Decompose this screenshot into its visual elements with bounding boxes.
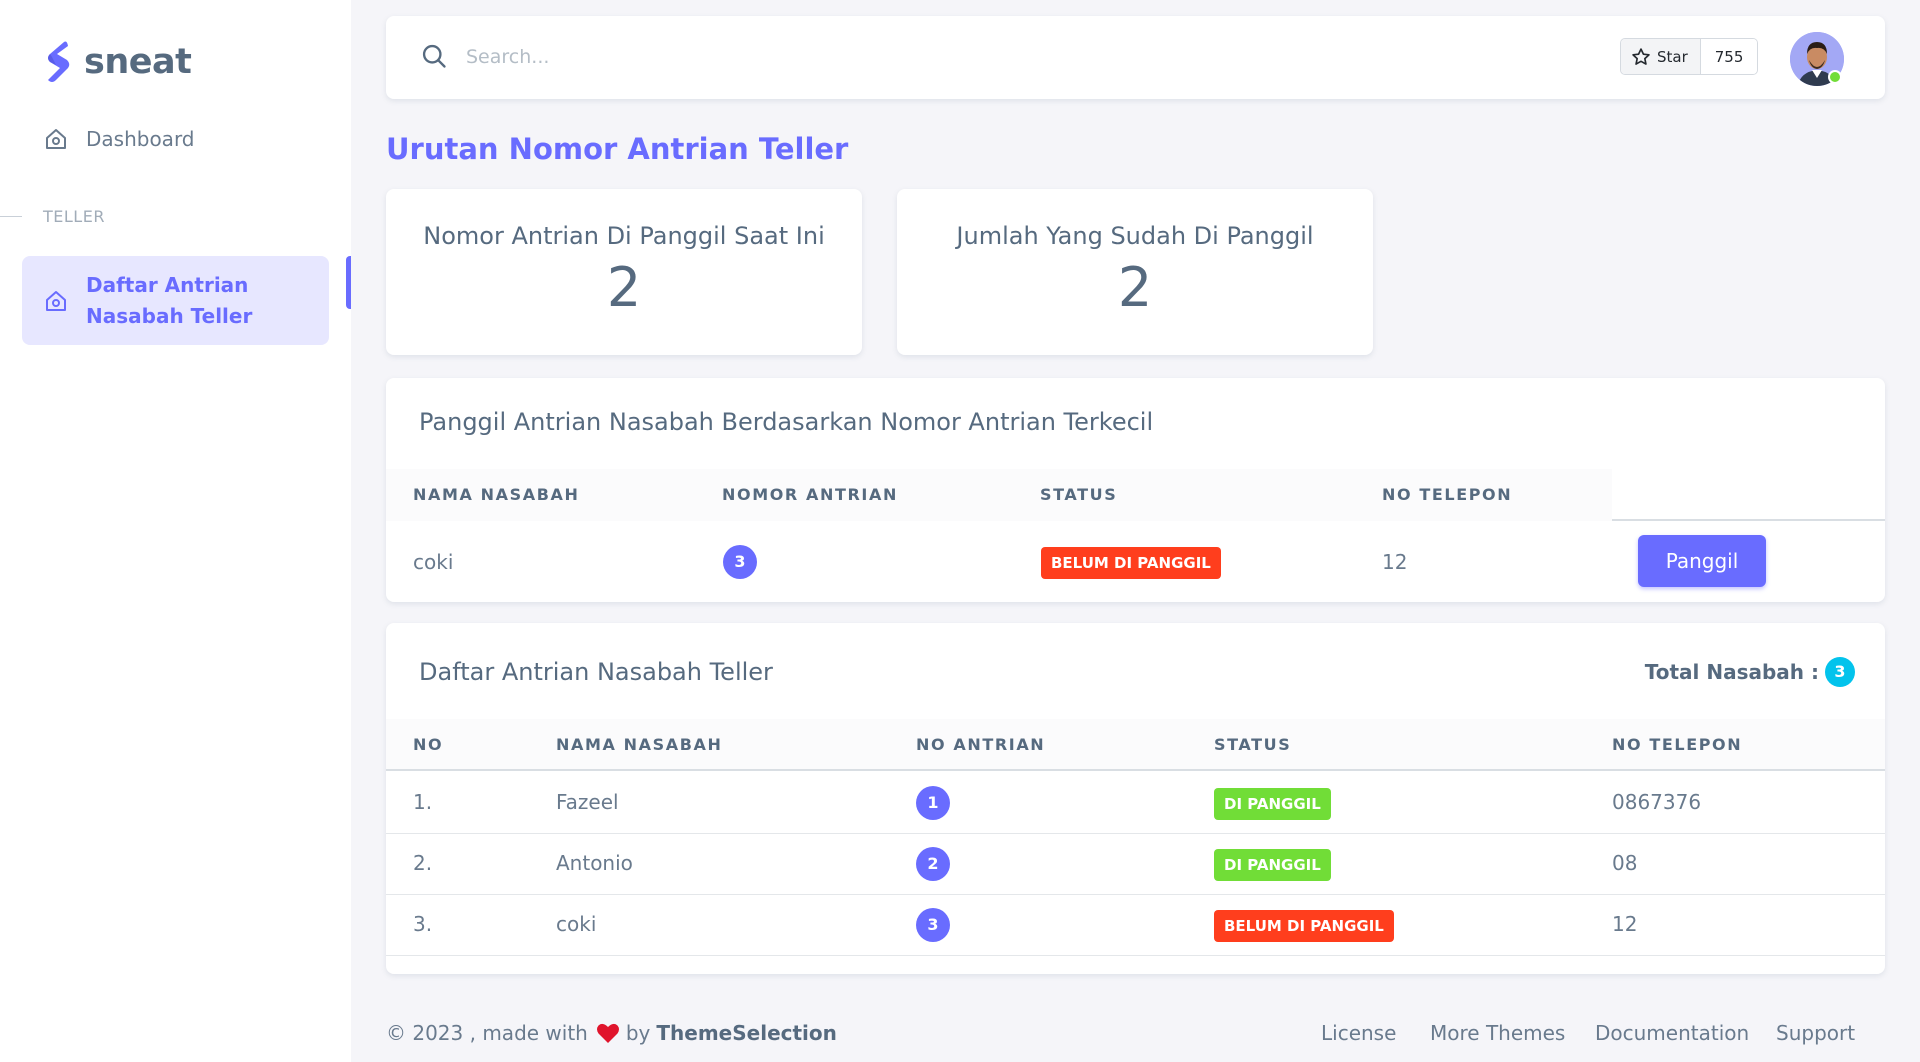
call-queue-card: Panggil Antrian Nasabah Berdasarkan Nomo… <box>386 378 1885 602</box>
sidebar: sneat Dashboard TELLER Daftar Antrian Na… <box>0 0 351 1062</box>
heart-icon <box>596 1023 619 1043</box>
column-header-phone: NO TELEPON <box>1612 735 1743 754</box>
footer-link-license[interactable]: License <box>1321 1021 1396 1045</box>
called-count-value: 2 <box>1117 256 1153 319</box>
row-no: 3. <box>413 912 433 936</box>
list-card-title: Daftar Antrian Nasabah Teller <box>419 658 773 686</box>
sidebar-item-label: Daftar Antrian Nasabah Teller <box>86 270 252 332</box>
table-header: NO NAMA NASABAH NO ANTRIAN STATUS NO TEL… <box>386 719 1885 771</box>
sidebar-item-label-line1: Daftar Antrian <box>86 272 249 297</box>
section-divider <box>0 216 22 217</box>
page-title: Urutan Nomor Antrian Teller <box>386 132 849 166</box>
star-count[interactable]: 755 <box>1700 39 1758 74</box>
table-header: NAMA NASABAH NOMOR ANTRIAN STATUS NO TEL… <box>386 469 1885 521</box>
online-status-dot <box>1828 70 1842 84</box>
github-star-widget[interactable]: Star 755 <box>1620 38 1759 75</box>
queue-number-badge: 3 <box>723 545 757 579</box>
top-navbar: Star 755 <box>386 16 1885 99</box>
row-no: 1. <box>413 790 433 814</box>
home-icon <box>46 129 66 149</box>
status-badge: DI PANGGIL <box>1214 788 1331 820</box>
queue-number-badge: 1 <box>916 786 950 820</box>
footer-link-support[interactable]: Support <box>1776 1021 1855 1045</box>
search-icon <box>422 44 446 68</box>
brand[interactable]: sneat <box>42 40 192 84</box>
customer-name: coki <box>556 912 597 936</box>
customer-name: Antonio <box>556 851 633 875</box>
phone-number: 12 <box>1382 550 1408 574</box>
sidebar-section-header: TELLER <box>43 207 105 226</box>
status-badge: DI PANGGIL <box>1214 849 1331 881</box>
customer-name: Fazeel <box>556 790 619 814</box>
search-input[interactable] <box>466 38 766 76</box>
phone-number: 0867376 <box>1612 790 1702 814</box>
footer-link-documentation[interactable]: Documentation <box>1595 1021 1749 1045</box>
home-icon <box>46 290 66 311</box>
sneat-logo-icon <box>48 41 70 82</box>
queue-number-badge: 3 <box>916 908 950 942</box>
queue-number-badge: 2 <box>916 847 950 881</box>
star-button[interactable]: Star <box>1621 39 1701 74</box>
brand-name: sneat <box>84 42 192 82</box>
column-header-number: NO ANTRIAN <box>916 735 1046 754</box>
sidebar-item-dashboard[interactable]: Dashboard <box>44 124 195 154</box>
total-customers: Total Nasabah : 3 <box>1645 657 1855 687</box>
column-header-name: NAMA NASABAH <box>413 485 580 504</box>
footer-link-more-themes[interactable]: More Themes <box>1430 1021 1565 1045</box>
total-label: Total Nasabah : <box>1644 660 1819 684</box>
sidebar-item-label-line2: Nasabah Teller <box>86 303 253 328</box>
column-header-phone: NO TELEPON <box>1382 485 1513 504</box>
total-count-badge: 3 <box>1825 657 1855 687</box>
current-queue-label: Nomor Antrian Di Panggil Saat Ini <box>423 222 825 250</box>
called-count-card: Jumlah Yang Sudah Di Panggil 2 <box>897 189 1373 355</box>
table-row: 3. coki 3 BELUM DI PANGGIL 12 <box>386 895 1885 956</box>
column-header-no: NO <box>413 735 444 754</box>
column-header-number: NOMOR ANTRIAN <box>722 485 898 504</box>
row-no: 2. <box>413 851 433 875</box>
column-header-name: NAMA NASABAH <box>556 735 723 754</box>
footer-copyright: © 2023 , made with by ThemeSelection <box>386 1021 837 1045</box>
active-indicator <box>346 256 351 309</box>
star-icon <box>1632 47 1650 65</box>
current-queue-card: Nomor Antrian Di Panggil Saat Ini 2 <box>386 189 862 355</box>
status-badge: BELUM DI PANGGIL <box>1041 547 1221 579</box>
phone-number: 08 <box>1612 851 1638 875</box>
column-header-status: STATUS <box>1214 735 1292 754</box>
column-header-status: STATUS <box>1040 485 1118 504</box>
table-row: 1. Fazeel 1 DI PANGGIL 0867376 <box>386 773 1885 834</box>
phone-number: 12 <box>1612 912 1638 936</box>
called-count-label: Jumlah Yang Sudah Di Panggil <box>956 222 1314 250</box>
footer-by: by <box>625 1021 651 1045</box>
table-row: 2. Antonio 2 DI PANGGIL 08 <box>386 834 1885 895</box>
sidebar-item-daftar-antrian[interactable]: Daftar Antrian Nasabah Teller <box>22 256 329 345</box>
footer-brand-link[interactable]: ThemeSelection <box>656 1021 837 1045</box>
footer-prefix: © 2023 , made with <box>386 1021 588 1045</box>
status-badge: BELUM DI PANGGIL <box>1214 910 1394 942</box>
queue-list-card: Daftar Antrian Nasabah Teller Total Nasa… <box>386 623 1885 974</box>
call-card-title: Panggil Antrian Nasabah Berdasarkan Nomo… <box>419 408 1154 436</box>
star-label: Star <box>1657 47 1688 66</box>
call-button[interactable]: Panggil <box>1638 535 1766 587</box>
customer-name: coki <box>413 550 454 574</box>
sidebar-item-label: Dashboard <box>86 127 195 151</box>
current-queue-value: 2 <box>606 256 642 319</box>
